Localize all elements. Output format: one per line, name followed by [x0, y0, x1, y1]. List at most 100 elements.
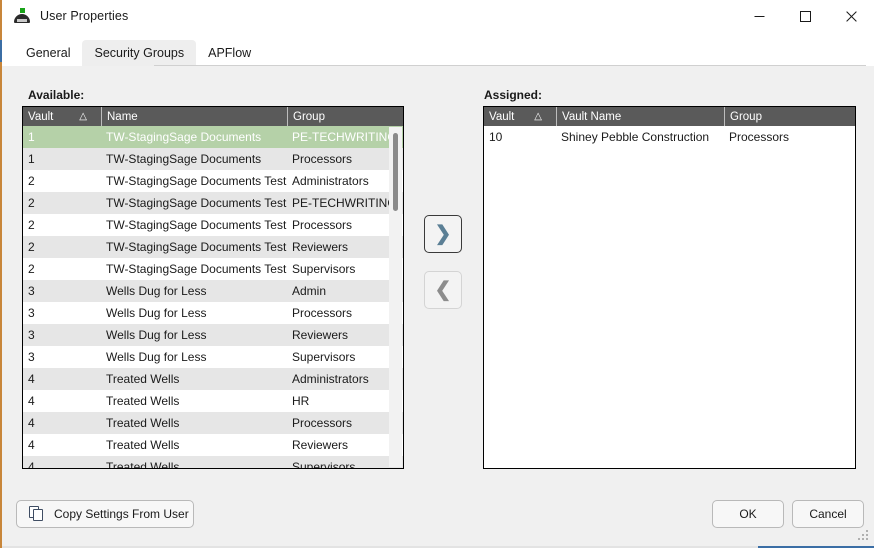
cell-vault: 2: [28, 262, 35, 276]
cell-vault: 3: [28, 306, 35, 320]
tab-security-groups[interactable]: Security Groups: [82, 40, 197, 66]
column-header-group[interactable]: Group: [287, 107, 399, 126]
table-row[interactable]: 3 Wells Dug for Less Processors: [23, 302, 403, 324]
cell-name: TW-StagingSage Documents: [106, 152, 262, 166]
table-row[interactable]: 4 Treated Wells Processors: [23, 412, 403, 434]
assigned-sort-ascending-icon: △: [534, 111, 542, 122]
available-list-rows: 1 TW-StagingSage Documents PE-TECHWRITING …: [23, 126, 403, 469]
cell-group: Processors: [292, 218, 353, 232]
cell-group: Supervisors: [292, 460, 356, 469]
table-row[interactable]: 2 TW-StagingSage Documents Test Reviewers: [23, 236, 403, 258]
tab-apflow-label: APFlow: [208, 46, 252, 60]
assigned-column-header-group-label: Group: [730, 110, 762, 123]
cell-group: Processors: [292, 152, 353, 166]
cancel-button-label: Cancel: [809, 507, 847, 521]
cell-group: HR: [292, 394, 310, 408]
table-row[interactable]: 3 Wells Dug for Less Reviewers: [23, 324, 403, 346]
cell-vault: 1: [28, 152, 35, 166]
available-list-scrollbar-thumb[interactable]: [393, 133, 398, 211]
resize-grip[interactable]: [858, 530, 869, 541]
tab-apflow[interactable]: APFlow: [196, 40, 263, 66]
ok-button[interactable]: OK: [712, 500, 784, 528]
table-row[interactable]: 4 Treated Wells HR: [23, 390, 403, 412]
table-row[interactable]: 2 TW-StagingSage Documents Test Supervisor…: [23, 258, 403, 280]
table-row[interactable]: 3 Wells Dug for Less Admin: [23, 280, 403, 302]
cell-vault: 2: [28, 240, 35, 254]
copy-settings-from-user-button[interactable]: Copy Settings From User: [16, 500, 194, 528]
tab-list: General Security Groups APFlow: [14, 40, 263, 66]
assigned-column-header-vault-name[interactable]: Vault Name: [556, 107, 724, 126]
column-header-name-label: Name: [107, 110, 138, 123]
cell-name: Wells Dug for Less: [106, 306, 207, 320]
cell-vault: 2: [28, 174, 35, 188]
cell-name: Treated Wells: [106, 460, 180, 469]
minimize-icon: [754, 15, 764, 17]
assigned-column-header-group[interactable]: Group: [724, 107, 854, 126]
cell-name: Wells Dug for Less: [106, 284, 207, 298]
table-row[interactable]: 1 TW-StagingSage Documents Processors: [23, 148, 403, 170]
column-header-vault[interactable]: Vault △: [23, 107, 101, 126]
table-row[interactable]: 4 Treated Wells Administrators: [23, 368, 403, 390]
cell-group: PE-TECHWRITING ...: [292, 196, 399, 210]
window-controls: [736, 0, 874, 32]
table-row[interactable]: 2 TW-StagingSage Documents Test Administra…: [23, 170, 403, 192]
table-row[interactable]: 1 TW-StagingSage Documents PE-TECHWRITING …: [23, 126, 403, 148]
app-icon: [14, 8, 30, 24]
copy-settings-from-user-label: Copy Settings From User: [54, 507, 189, 521]
assign-button[interactable]: ❯: [424, 215, 462, 253]
chevron-right-icon: ❯: [434, 223, 452, 245]
cell-vault: 3: [28, 284, 35, 298]
cell-vault: 4: [28, 372, 35, 386]
table-row[interactable]: 3 Wells Dug for Less Supervisors: [23, 346, 403, 368]
table-row[interactable]: 2 TW-StagingSage Documents Test PE-TECHWRI…: [23, 192, 403, 214]
cell-group: PE-TECHWRITING ...: [292, 130, 399, 144]
cell-group: Processors: [729, 130, 790, 144]
available-list-scrollbar[interactable]: [389, 127, 402, 467]
available-list[interactable]: Vault △ Name Group 1 TW-StagingSage Docum…: [22, 106, 404, 469]
close-icon: [845, 10, 857, 22]
cell-vault: 4: [28, 394, 35, 408]
user-properties-dialog: User Properties General Security Groups …: [0, 0, 874, 548]
assigned-column-header-vault-label: Vault: [489, 110, 515, 123]
cell-group: Admin: [292, 284, 327, 298]
cell-vault: 10: [489, 130, 503, 144]
cell-group: Supervisors: [292, 350, 356, 364]
cell-name: Wells Dug for Less: [106, 328, 207, 342]
tab-general-label: General: [26, 46, 71, 60]
dialog-body: Available: Vault △ Name Group 1 TW-Stagin…: [2, 66, 874, 546]
cell-vault: 4: [28, 416, 35, 430]
cell-group: Supervisors: [292, 262, 356, 276]
cell-vault: 2: [28, 196, 35, 210]
title-bar[interactable]: User Properties: [2, 0, 874, 32]
assigned-list[interactable]: Vault △ Vault Name Group 10 Shiney Pebble…: [483, 106, 856, 469]
tab-general[interactable]: General: [14, 40, 82, 66]
available-label: Available:: [28, 88, 85, 102]
maximize-button[interactable]: [782, 0, 828, 32]
assigned-list-header: Vault △ Vault Name Group: [484, 107, 855, 126]
cancel-button[interactable]: Cancel: [792, 500, 864, 528]
table-row[interactable]: 10 Shiney Pebble Construction Processors: [484, 126, 855, 148]
table-row[interactable]: 4 Treated Wells Supervisors: [23, 456, 403, 469]
cell-name: TW-StagingSage Documents Test: [106, 240, 287, 254]
assigned-list-rows: 10 Shiney Pebble Construction Processors: [484, 126, 855, 148]
column-header-name[interactable]: Name: [101, 107, 287, 126]
cell-group: Processors: [292, 416, 353, 430]
minimize-button[interactable]: [736, 0, 782, 32]
cell-name: Treated Wells: [106, 372, 180, 386]
table-row[interactable]: 4 Treated Wells Reviewers: [23, 434, 403, 456]
column-header-vault-label: Vault: [28, 110, 54, 123]
available-list-header: Vault △ Name Group: [23, 107, 403, 126]
assigned-label: Assigned:: [484, 88, 543, 102]
cell-group: Reviewers: [292, 328, 349, 342]
cell-group: Reviewers: [292, 240, 349, 254]
column-header-group-label: Group: [293, 110, 325, 123]
cell-group: Reviewers: [292, 438, 349, 452]
cell-vault: 4: [28, 438, 35, 452]
table-row[interactable]: 2 TW-StagingSage Documents Test Processors: [23, 214, 403, 236]
assigned-column-header-vault[interactable]: Vault △: [484, 107, 556, 126]
unassign-button[interactable]: ❮: [424, 271, 462, 309]
close-button[interactable]: [828, 0, 874, 32]
cell-vault: 3: [28, 350, 35, 364]
cell-vault: 1: [28, 130, 35, 144]
cell-name: TW-StagingSage Documents: [106, 130, 262, 144]
